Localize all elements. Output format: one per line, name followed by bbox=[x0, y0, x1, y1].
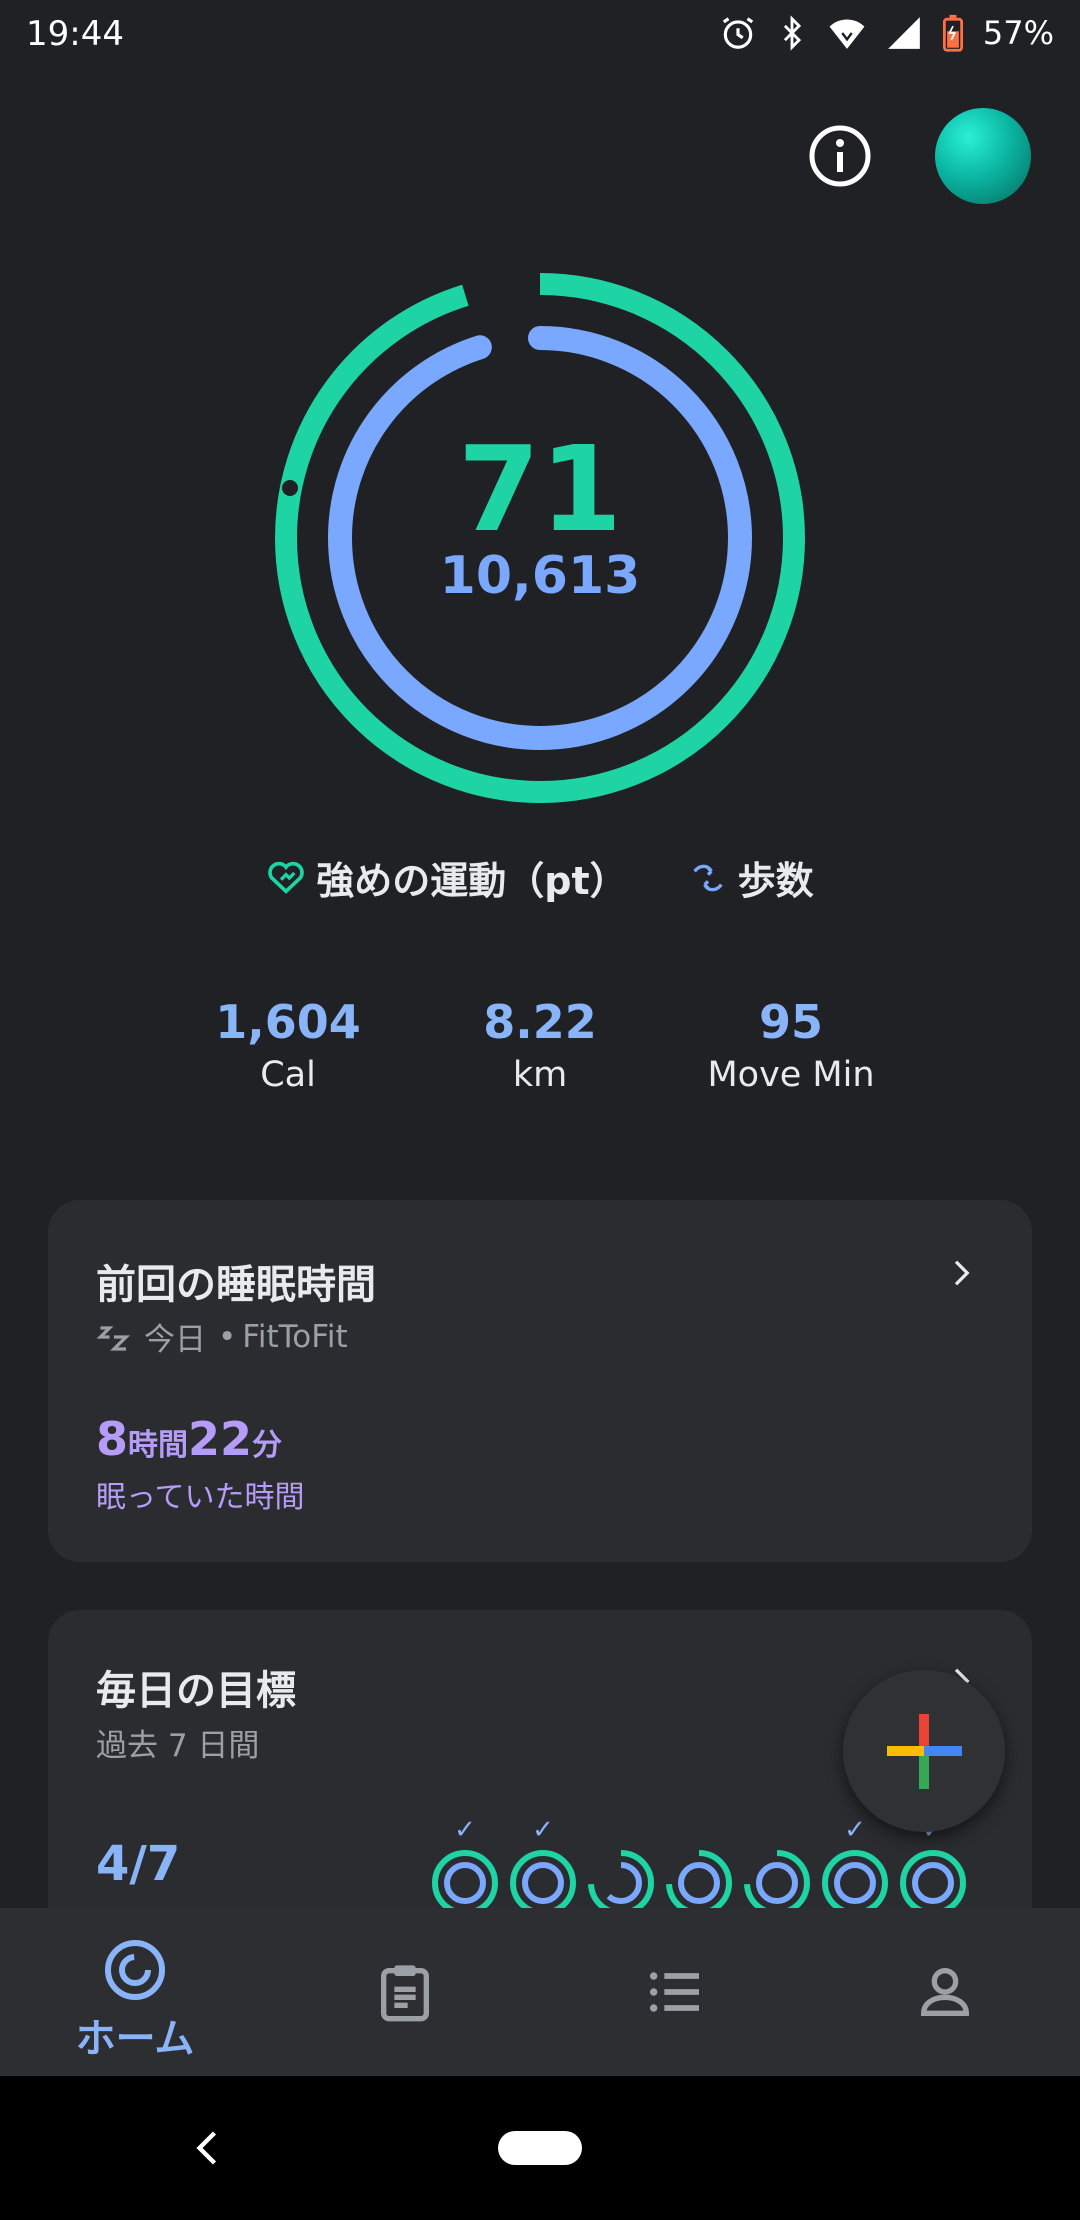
steps-icon bbox=[693, 864, 723, 891]
stat-label: Move Min bbox=[707, 1055, 875, 1095]
status-time: 19:44 bbox=[26, 14, 124, 54]
sleep-hours: 8 bbox=[96, 1412, 129, 1466]
back-icon[interactable] bbox=[192, 2128, 222, 2168]
battery-icon bbox=[942, 14, 963, 52]
check-icon: ✓ bbox=[532, 1815, 554, 1845]
ring-legend: 強めの運動（pt） 歩数 bbox=[0, 850, 1080, 905]
sleep-source: FitToFit bbox=[242, 1318, 348, 1355]
sleep-card[interactable]: 前回の睡眠時間 今日 • FitToFit 8時間22分 眠っていた時間 bbox=[48, 1200, 1032, 1562]
nav-journal[interactable] bbox=[270, 1908, 540, 2076]
sleep-duration: 8時間22分 bbox=[96, 1412, 282, 1466]
signal-icon bbox=[888, 17, 920, 49]
goals-card-subtitle: 過去 7 日間 bbox=[96, 1728, 260, 1764]
wifi-icon bbox=[829, 19, 865, 49]
battery-percent: 57% bbox=[982, 14, 1054, 52]
stat-label: km bbox=[512, 1055, 568, 1095]
stat-value: 95 bbox=[758, 995, 823, 1049]
profile-icon bbox=[920, 1968, 970, 2016]
stat-distance: 8.22 km bbox=[410, 995, 670, 1095]
sleep-label: 眠っていた時間 bbox=[96, 1480, 305, 1515]
home-pill[interactable] bbox=[498, 2131, 582, 2165]
nav-home-label: ホーム bbox=[75, 2016, 195, 2062]
legend-heart-label: 強めの運動（pt） bbox=[316, 859, 628, 903]
sleep-zzz-icon bbox=[96, 1325, 130, 1351]
sleep-hours-unit: 時間 bbox=[128, 1428, 189, 1463]
status-bar: 19:44 57% bbox=[0, 0, 1080, 72]
stat-move-min: 95 Move Min bbox=[661, 995, 921, 1095]
alarm-icon bbox=[722, 17, 754, 49]
info-icon[interactable] bbox=[808, 124, 872, 188]
heart-points-value: 71 bbox=[457, 420, 623, 558]
stat-label: Cal bbox=[260, 1055, 316, 1095]
dot-separator: • bbox=[218, 1318, 237, 1355]
chevron-right-icon[interactable] bbox=[946, 1258, 976, 1288]
heart-points-icon bbox=[268, 861, 305, 894]
sleep-minutes: 22 bbox=[188, 1412, 253, 1466]
bottom-nav: ホーム bbox=[0, 1908, 1080, 2076]
legend-steps-label: 歩数 bbox=[737, 859, 814, 903]
sleep-minutes-unit: 分 bbox=[252, 1428, 283, 1463]
legend-heart: 強めの運動（pt） bbox=[266, 850, 628, 905]
nav-home[interactable]: ホーム bbox=[0, 1908, 270, 2076]
plus-icon bbox=[887, 1714, 962, 1789]
check-icon: ✓ bbox=[454, 1815, 476, 1845]
list-icon bbox=[649, 1972, 699, 2012]
avatar[interactable] bbox=[935, 108, 1031, 204]
ring-values[interactable]: 71 10,613 bbox=[270, 430, 810, 602]
home-rings-icon bbox=[105, 1940, 165, 2000]
nav-profile[interactable] bbox=[810, 1908, 1080, 2076]
nav-browse[interactable] bbox=[540, 1908, 810, 2076]
stat-value: 1,604 bbox=[215, 995, 361, 1049]
stat-calories: 1,604 Cal bbox=[158, 995, 418, 1095]
add-button[interactable] bbox=[843, 1670, 1005, 1832]
status-icons: 57% bbox=[719, 14, 1054, 52]
steps-value: 10,613 bbox=[439, 546, 641, 606]
clipboard-icon bbox=[381, 1965, 429, 2022]
sleep-card-subtitle: 今日 • FitToFit bbox=[96, 1314, 348, 1359]
bluetooth-icon bbox=[783, 15, 801, 51]
legend-steps: 歩数 bbox=[688, 850, 814, 905]
sleep-card-title: 前回の睡眠時間 bbox=[96, 1262, 376, 1308]
sleep-day: 今日 bbox=[144, 1322, 206, 1358]
stat-value: 8.22 bbox=[483, 995, 597, 1049]
goals-card-title: 毎日の目標 bbox=[96, 1668, 296, 1714]
goals-fraction: 4/7 bbox=[96, 1836, 181, 1892]
